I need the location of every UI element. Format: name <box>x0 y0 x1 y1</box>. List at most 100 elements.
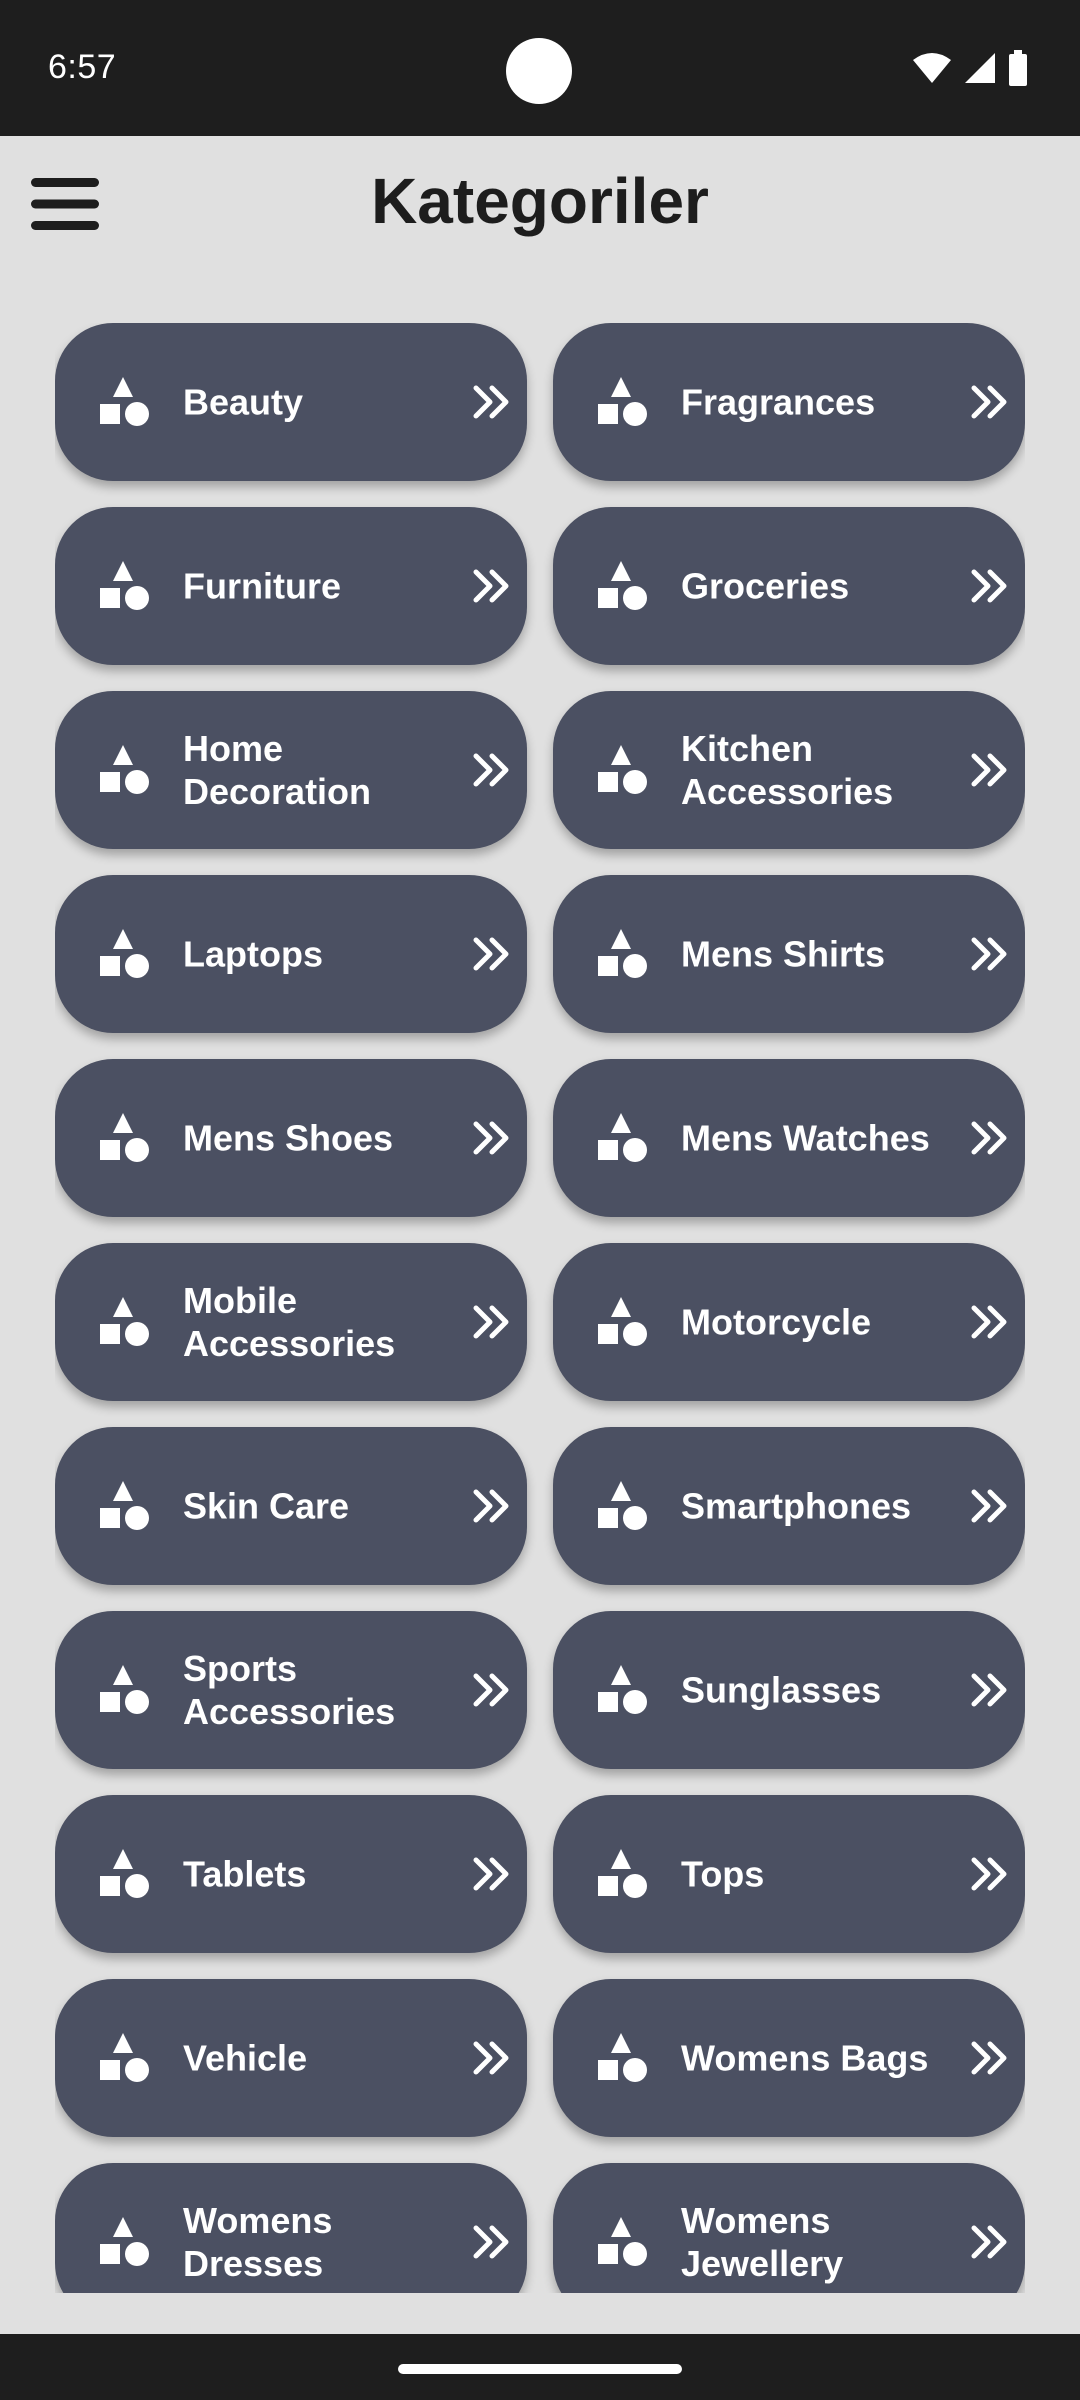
category-button-motorcycle[interactable]: Motorcycle <box>553 1243 1025 1401</box>
double-chevron-right-icon <box>473 2225 509 2259</box>
shapes-icon <box>598 2033 647 2082</box>
shapes-icon <box>100 1297 149 1346</box>
shapes-icon <box>598 2217 647 2266</box>
category-button-smartphones[interactable]: Smartphones <box>553 1427 1025 1585</box>
category-button-groceries[interactable]: Groceries <box>553 507 1025 665</box>
shapes-icon <box>100 1481 149 1530</box>
category-label: Sports Accessories <box>183 1648 396 1732</box>
shapes-icon <box>100 745 149 794</box>
shapes-icon <box>598 745 647 794</box>
camera-cutout <box>506 38 572 104</box>
double-chevron-right-icon <box>473 1121 509 1155</box>
double-chevron-right-icon <box>971 2225 1007 2259</box>
category-label: Mens Watches <box>681 1117 930 1159</box>
category-label: Mens Shoes <box>183 1117 394 1159</box>
double-chevron-right-icon <box>971 1857 1007 1891</box>
shapes-icon <box>598 1113 647 1162</box>
shapes-icon <box>598 1481 647 1530</box>
double-chevron-right-icon <box>473 937 509 971</box>
shapes-icon <box>100 2217 149 2266</box>
category-button-sports-accessories[interactable]: Sports Accessories <box>55 1611 527 1769</box>
category-button-sunglasses[interactable]: Sunglasses <box>553 1611 1025 1769</box>
category-button-mens-shirts[interactable]: Mens Shirts <box>553 875 1025 1033</box>
category-label: Fragrances <box>681 381 876 423</box>
shapes-icon <box>100 377 149 426</box>
category-label: Beauty <box>183 381 304 423</box>
shapes-icon <box>598 561 647 610</box>
category-label: Womens Bags <box>681 2037 929 2079</box>
shapes-icon <box>598 1849 647 1898</box>
shapes-icon <box>598 1297 647 1346</box>
cellular-signal-icon <box>965 53 995 83</box>
double-chevron-right-icon <box>473 1305 509 1339</box>
category-label: Home Decoration <box>183 728 372 812</box>
double-chevron-right-icon <box>473 1673 509 1707</box>
category-button-vehicle[interactable]: Vehicle <box>55 1979 527 2137</box>
shapes-icon <box>598 377 647 426</box>
category-label: Motorcycle <box>681 1301 872 1343</box>
double-chevron-right-icon <box>971 1305 1007 1339</box>
category-button-tops[interactable]: Tops <box>553 1795 1025 1953</box>
shapes-icon <box>100 1665 149 1714</box>
double-chevron-right-icon <box>473 1857 509 1891</box>
category-button-womens-bags[interactable]: Womens Bags <box>553 1979 1025 2137</box>
status-bar: 6:57 <box>0 0 1080 136</box>
category-button-skin-care[interactable]: Skin Care <box>55 1427 527 1585</box>
double-chevron-right-icon <box>473 569 509 603</box>
category-label: Womens Jewellery <box>681 2200 844 2284</box>
category-label: Vehicle <box>183 2037 308 2079</box>
category-label: Skin Care <box>183 1485 350 1527</box>
double-chevron-right-icon <box>971 1489 1007 1523</box>
category-button-beauty[interactable]: Beauty <box>55 323 527 481</box>
category-button-kitchen-accessories[interactable]: Kitchen Accessories <box>553 691 1025 849</box>
category-label: Kitchen Accessories <box>681 728 894 812</box>
category-button-womens-jewellery[interactable]: Womens Jewellery <box>553 2163 1025 2293</box>
category-button-mens-shoes[interactable]: Mens Shoes <box>55 1059 527 1217</box>
category-label: Groceries <box>681 565 850 607</box>
double-chevron-right-icon <box>473 385 509 419</box>
category-label: Smartphones <box>681 1485 912 1527</box>
category-label: Mobile Accessories <box>183 1280 396 1364</box>
category-label: Mens Shirts <box>681 933 886 975</box>
category-label: Sunglasses <box>681 1669 882 1711</box>
status-icons <box>912 48 1028 88</box>
category-label: Tops <box>681 1853 765 1895</box>
category-label: Womens Dresses <box>183 2200 333 2284</box>
home-indicator[interactable] <box>398 2364 682 2374</box>
shapes-icon <box>100 1849 149 1898</box>
category-button-mobile-accessories[interactable]: Mobile Accessories <box>55 1243 527 1401</box>
shapes-icon <box>100 561 149 610</box>
double-chevron-right-icon <box>473 1489 509 1523</box>
category-label: Tablets <box>183 1853 307 1895</box>
page-title: Kategoriler <box>371 165 709 237</box>
category-button-furniture[interactable]: Furniture <box>55 507 527 665</box>
double-chevron-right-icon <box>473 753 509 787</box>
navigation-bar <box>0 2334 1080 2400</box>
shapes-icon <box>100 2033 149 2082</box>
category-button-womens-dresses[interactable]: Womens Dresses <box>55 2163 527 2293</box>
category-button-fragrances[interactable]: Fragrances <box>553 323 1025 481</box>
app-screen: Kategoriler Beauty Fragrances Furniture … <box>0 136 1080 2334</box>
shapes-icon <box>100 929 149 978</box>
double-chevron-right-icon <box>473 2041 509 2075</box>
category-grid: Beauty Fragrances Furniture Groceries Ho… <box>55 323 1025 2293</box>
double-chevron-right-icon <box>971 1673 1007 1707</box>
category-button-laptops[interactable]: Laptops <box>55 875 527 1033</box>
battery-icon <box>1009 50 1027 86</box>
category-button-home-decoration[interactable]: Home Decoration <box>55 691 527 849</box>
double-chevron-right-icon <box>971 385 1007 419</box>
app-header: Kategoriler <box>0 136 1080 270</box>
double-chevron-right-icon <box>971 753 1007 787</box>
category-button-mens-watches[interactable]: Mens Watches <box>553 1059 1025 1217</box>
shapes-icon <box>100 1113 149 1162</box>
category-button-tablets[interactable]: Tablets <box>55 1795 527 1953</box>
status-time: 6:57 <box>48 48 117 86</box>
category-label: Laptops <box>183 933 323 975</box>
wifi-icon <box>913 53 951 83</box>
shapes-icon <box>598 929 647 978</box>
category-label: Furniture <box>183 565 341 607</box>
double-chevron-right-icon <box>971 937 1007 971</box>
double-chevron-right-icon <box>971 569 1007 603</box>
double-chevron-right-icon <box>971 2041 1007 2075</box>
shapes-icon <box>598 1665 647 1714</box>
